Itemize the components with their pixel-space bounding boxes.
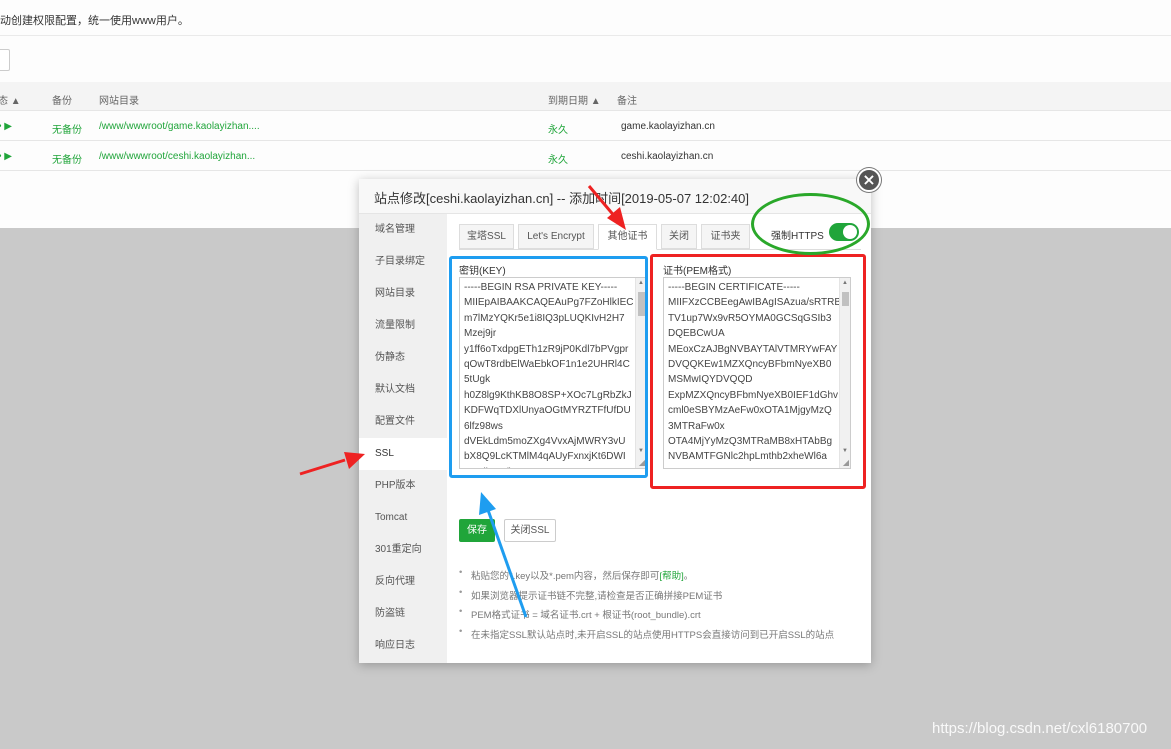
sidebar-item-site-dir[interactable]: 网站目录 bbox=[359, 278, 447, 310]
sidebar-item-rewrite[interactable]: 伪静态 bbox=[359, 342, 447, 374]
tip-item: 在未指定SSL默认站点时,未开启SSL的站点使用HTTPS会直接访问到已开启SS… bbox=[459, 626, 864, 647]
sidebar-item-config[interactable]: 配置文件 bbox=[359, 406, 447, 438]
cert-highlight-box bbox=[650, 254, 866, 489]
close-ssl-button[interactable]: 关闭SSL bbox=[504, 519, 556, 542]
header-remark: 备注 bbox=[617, 96, 637, 107]
save-button[interactable]: 保存 bbox=[459, 519, 495, 542]
tip-item: PEM格式证书 = 域名证书.crt + 根证书(root_bundle).cr… bbox=[459, 606, 864, 627]
table-row: • ▶ 无备份 /www/wwwroot/ceshi.kaolayizhan..… bbox=[0, 141, 1171, 171]
key-highlight-box bbox=[449, 256, 648, 478]
watermark: https://blog.csdn.net/cxl6180700 bbox=[932, 720, 1148, 737]
header-backup: 备份 bbox=[52, 96, 72, 107]
row-expire[interactable]: 永久 bbox=[548, 121, 568, 136]
tab-cert-folder[interactable]: 证书夹 bbox=[701, 224, 750, 249]
sidebar-item-hotlink[interactable]: 防盗链 bbox=[359, 598, 447, 630]
background-button[interactable] bbox=[0, 49, 10, 71]
row-expire[interactable]: 永久 bbox=[548, 151, 568, 166]
sidebar-item-subdir[interactable]: 子目录绑定 bbox=[359, 246, 447, 278]
header-status[interactable]: 态 ▲ bbox=[0, 92, 21, 107]
row-backup[interactable]: 无备份 bbox=[52, 121, 82, 136]
sidebar-item-ssl[interactable]: SSL bbox=[359, 438, 447, 470]
row-status[interactable]: • ▶ bbox=[0, 151, 12, 162]
row-dir[interactable]: /www/wwwroot/game.kaolayizhan.... bbox=[99, 121, 260, 132]
table-header: 态 ▲ 备份 网站目录 到期日期 ▲ 备注 bbox=[0, 82, 1171, 111]
tab-bt-ssl[interactable]: 宝塔SSL bbox=[459, 224, 514, 249]
sidebar-item-tomcat[interactable]: Tomcat bbox=[359, 502, 447, 534]
row-backup[interactable]: 无备份 bbox=[52, 151, 82, 166]
sidebar-item-traffic[interactable]: 流量限制 bbox=[359, 310, 447, 342]
table-row: • ▶ 无备份 /www/wwwroot/game.kaolayizhan...… bbox=[0, 111, 1171, 141]
sidebar-item-redirect[interactable]: 301重定向 bbox=[359, 534, 447, 566]
sidebar-item-proxy[interactable]: 反向代理 bbox=[359, 566, 447, 598]
permission-notice: 动创建权限配置，统一使用www用户。 bbox=[0, 0, 1171, 36]
sidebar-item-php[interactable]: PHP版本 bbox=[359, 470, 447, 502]
modal-sidebar: 域名管理 子目录绑定 网站目录 流量限制 伪静态 默认文档 配置文件 SSL P… bbox=[359, 214, 447, 663]
tip-item: 粘贴您的*.key以及*.pem内容，然后保存即可[帮助]。 bbox=[459, 567, 864, 588]
sidebar-item-log[interactable]: 响应日志 bbox=[359, 630, 447, 662]
force-https-highlight-ellipse bbox=[751, 193, 870, 255]
tip-end: 。 bbox=[683, 571, 694, 582]
sidebar-item-default-doc[interactable]: 默认文档 bbox=[359, 374, 447, 406]
row-status[interactable]: • ▶ bbox=[0, 121, 12, 132]
ssl-tips: 粘贴您的*.key以及*.pem内容，然后保存即可[帮助]。 如果浏览器提示证书… bbox=[459, 567, 864, 647]
header-dir: 网站目录 bbox=[99, 96, 139, 107]
row-remark[interactable]: game.kaolayizhan.cn bbox=[621, 121, 715, 132]
tab-lets-encrypt[interactable]: Let's Encrypt bbox=[518, 224, 594, 249]
tab-close[interactable]: 关闭 bbox=[661, 224, 697, 249]
row-dir[interactable]: /www/wwwroot/ceshi.kaolayizhan... bbox=[99, 151, 255, 162]
header-expire[interactable]: 到期日期 ▲ bbox=[548, 92, 601, 107]
site-table: 态 ▲ 备份 网站目录 到期日期 ▲ 备注 • ▶ 无备份 /www/wwwro… bbox=[0, 82, 1171, 171]
tab-other-cert[interactable]: 其他证书 bbox=[598, 224, 657, 250]
help-link[interactable]: [帮助] bbox=[659, 571, 683, 582]
tip-item: 如果浏览器提示证书链不完整,请检查是否正确拼接PEM证书 bbox=[459, 587, 864, 608]
sidebar-item-domain[interactable]: 域名管理 bbox=[359, 214, 447, 246]
row-remark[interactable]: ceshi.kaolayizhan.cn bbox=[621, 151, 713, 162]
modal-close-button[interactable]: × bbox=[857, 168, 881, 192]
tip-text: 粘贴您的*.key以及*.pem内容，然后保存即可 bbox=[471, 571, 660, 582]
